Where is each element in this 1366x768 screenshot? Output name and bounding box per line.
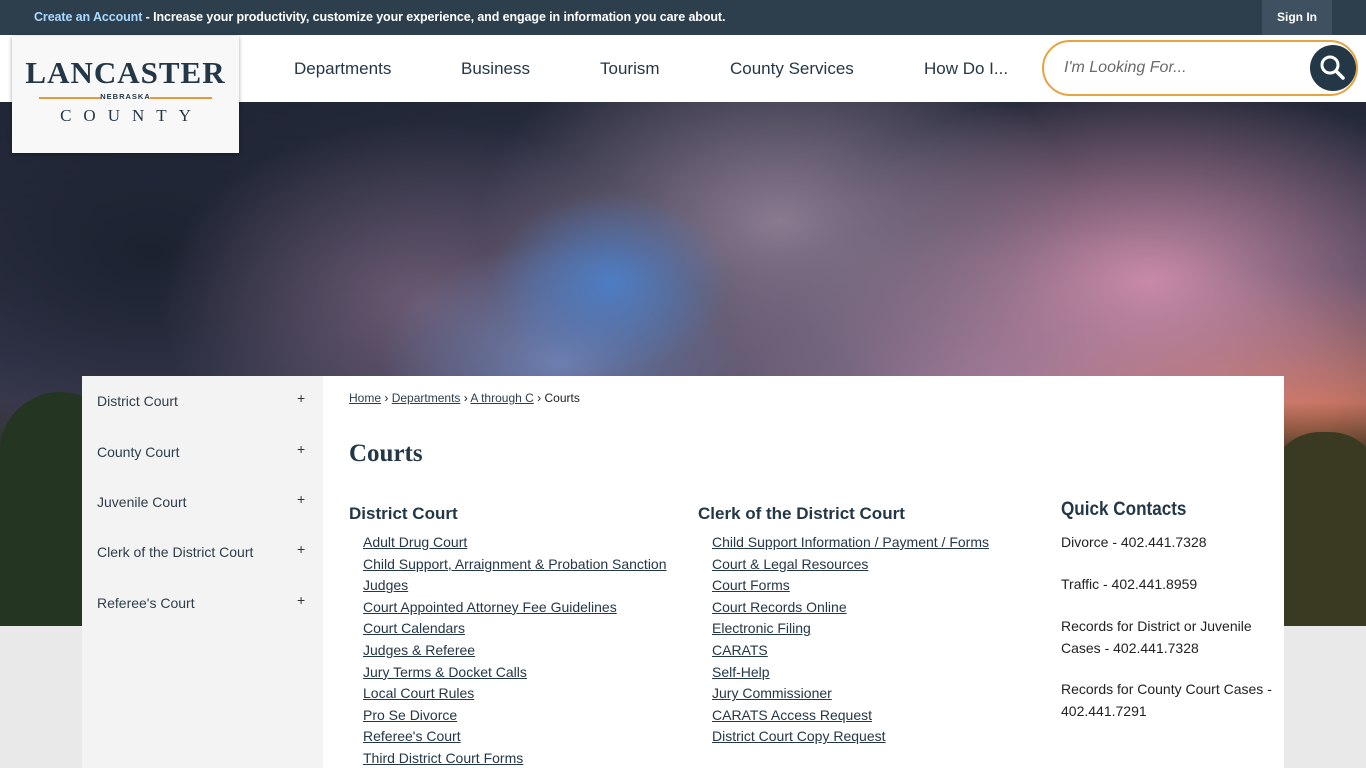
clerk-link-jury-commissioner[interactable]: Jury Commissioner bbox=[712, 685, 832, 701]
breadcrumb-separator: › bbox=[384, 391, 389, 405]
main-content: Home › Departments › A through C › Court… bbox=[323, 376, 1284, 768]
nav-departments[interactable]: Departments bbox=[294, 35, 391, 102]
account-message: Create an Account - Increase your produc… bbox=[34, 10, 725, 24]
list-item: Child Support, Arraignment & Probation S… bbox=[363, 556, 667, 578]
top-bar: Create an Account - Increase your produc… bbox=[0, 0, 1366, 35]
list-item: Court Forms bbox=[712, 577, 989, 599]
account-message-text: - Increase your productivity, customize … bbox=[142, 10, 726, 24]
clerk-court-links: Child Support Information / Payment / Fo… bbox=[712, 534, 989, 750]
district-court-links: Adult Drug Court Child Support, Arraignm… bbox=[363, 534, 667, 768]
sidebar-menu: District Court + County Court + Juvenile… bbox=[82, 376, 323, 768]
breadcrumb-home[interactable]: Home bbox=[349, 391, 381, 405]
sidebar-item-referees-court[interactable]: Referee's Court + bbox=[82, 578, 323, 628]
search-input[interactable] bbox=[1064, 56, 1284, 80]
clerk-link-electronic-filing[interactable]: Electronic Filing bbox=[712, 620, 811, 636]
clerk-link-copy-request[interactable]: District Court Copy Request bbox=[712, 728, 886, 744]
breadcrumb-a-through-c[interactable]: A through C bbox=[470, 391, 533, 405]
list-item: Court & Legal Resources bbox=[712, 556, 989, 578]
list-item: Court Calendars bbox=[363, 620, 667, 642]
district-link-third-district-forms[interactable]: Third District Court Forms bbox=[363, 750, 523, 766]
contact-divorce: Divorce - 402.441.7328 bbox=[1061, 534, 1207, 550]
list-item: Judges bbox=[363, 577, 667, 599]
clerk-court-heading: Clerk of the District Court bbox=[698, 504, 905, 523]
logo-nebraska: NEBRASKA bbox=[100, 92, 151, 101]
district-link-jury-terms[interactable]: Jury Terms & Docket Calls bbox=[363, 664, 527, 680]
clerk-link-records-online[interactable]: Court Records Online bbox=[712, 599, 847, 615]
contact-district-juvenile-records: Records for District or Juvenile Cases -… bbox=[1061, 618, 1252, 656]
list-item: Jury Commissioner bbox=[712, 685, 989, 707]
expand-icon[interactable]: + bbox=[297, 592, 305, 608]
list-item: CARATS Access Request bbox=[712, 707, 989, 729]
expand-icon[interactable]: + bbox=[297, 541, 305, 557]
list-item: CARATS bbox=[712, 642, 989, 664]
search-button[interactable] bbox=[1310, 45, 1356, 91]
district-link-local-rules[interactable]: Local Court Rules bbox=[363, 685, 474, 701]
district-link-pro-se-divorce[interactable]: Pro Se Divorce bbox=[363, 707, 457, 723]
sidebar-item-label: Referee's Court bbox=[97, 595, 195, 611]
sidebar-item-clerk-district-court[interactable]: Clerk of the District Court + bbox=[82, 527, 323, 577]
expand-icon[interactable]: + bbox=[297, 491, 305, 507]
contact-traffic: Traffic - 402.441.8959 bbox=[1061, 576, 1198, 592]
clerk-link-court-forms[interactable]: Court Forms bbox=[712, 577, 790, 593]
create-account-link[interactable]: Create an Account bbox=[34, 10, 142, 24]
sidebar-item-juvenile-court[interactable]: Juvenile Court + bbox=[82, 477, 323, 527]
list-item: Child Support Information / Payment / Fo… bbox=[712, 534, 989, 556]
clerk-link-child-support[interactable]: Child Support Information / Payment / Fo… bbox=[712, 534, 989, 550]
breadcrumb: Home › Departments › A through C › Court… bbox=[349, 391, 580, 405]
expand-icon[interactable]: + bbox=[297, 390, 305, 406]
breadcrumb-separator: › bbox=[463, 391, 468, 405]
list-item: Pro Se Divorce bbox=[363, 707, 667, 729]
list-item: Self-Help bbox=[712, 664, 989, 686]
district-link-referees-court[interactable]: Referee's Court bbox=[363, 728, 461, 744]
district-link-child-support[interactable]: Child Support, Arraignment & Probation S… bbox=[363, 556, 667, 572]
clerk-link-carats-access[interactable]: CARATS Access Request bbox=[712, 707, 872, 723]
list-item: Judges & Referee bbox=[363, 642, 667, 664]
breadcrumb-separator: › bbox=[537, 391, 542, 405]
contact-county-court-records: Records for County Court Cases - 402.441… bbox=[1061, 681, 1272, 719]
clerk-link-self-help[interactable]: Self-Help bbox=[712, 664, 770, 680]
district-link-adult-drug-court[interactable]: Adult Drug Court bbox=[363, 534, 467, 550]
county-logo[interactable]: LANCASTER NEBRASKA COUNTY bbox=[12, 36, 239, 153]
hero-tree-right bbox=[1270, 432, 1366, 626]
sidebar-item-label: Juvenile Court bbox=[97, 494, 187, 510]
logo-lancaster: LANCASTER bbox=[25, 55, 226, 90]
sidebar-item-label: County Court bbox=[97, 444, 180, 460]
district-court-heading: District Court bbox=[349, 504, 458, 523]
page-title: Courts bbox=[349, 440, 423, 467]
list-item: District Court Copy Request bbox=[712, 728, 989, 750]
list-item: Local Court Rules bbox=[363, 685, 667, 707]
sidebar-item-district-court[interactable]: District Court + bbox=[82, 376, 323, 426]
district-link-fee-guidelines[interactable]: Court Appointed Attorney Fee Guidelines bbox=[363, 599, 617, 615]
district-link-court-calendars[interactable]: Court Calendars bbox=[363, 620, 465, 636]
quick-contacts-title: Quick Contacts bbox=[1061, 499, 1187, 520]
nav-county-services[interactable]: County Services bbox=[730, 35, 854, 102]
sign-in-button[interactable]: Sign In bbox=[1262, 0, 1332, 35]
district-link-judges[interactable]: Judges bbox=[363, 577, 408, 593]
district-link-judges-referee[interactable]: Judges & Referee bbox=[363, 642, 475, 658]
logo-county: COUNTY bbox=[60, 106, 203, 125]
clerk-link-carats[interactable]: CARATS bbox=[712, 642, 768, 658]
nav-how-do-i[interactable]: How Do I... bbox=[924, 35, 1008, 102]
search-box bbox=[1042, 40, 1358, 96]
search-icon bbox=[1320, 55, 1345, 80]
clerk-link-legal-resources[interactable]: Court & Legal Resources bbox=[712, 556, 868, 572]
list-item: Jury Terms & Docket Calls bbox=[363, 664, 667, 686]
list-item: Adult Drug Court bbox=[363, 534, 667, 556]
breadcrumb-departments[interactable]: Departments bbox=[392, 391, 461, 405]
nav-business[interactable]: Business bbox=[461, 35, 530, 102]
breadcrumb-current: Courts bbox=[544, 391, 580, 405]
list-item: Referee's Court bbox=[363, 728, 667, 750]
expand-icon[interactable]: + bbox=[297, 441, 305, 457]
list-item: Electronic Filing bbox=[712, 620, 989, 642]
nav-tourism[interactable]: Tourism bbox=[600, 35, 660, 102]
list-item: Court Appointed Attorney Fee Guidelines bbox=[363, 599, 667, 621]
list-item: Court Records Online bbox=[712, 599, 989, 621]
sidebar-item-county-court[interactable]: County Court + bbox=[82, 427, 323, 477]
sidebar-item-label: District Court bbox=[97, 393, 178, 409]
list-item: Third District Court Forms bbox=[363, 750, 667, 768]
sidebar-item-label: Clerk of the District Court bbox=[97, 544, 254, 560]
